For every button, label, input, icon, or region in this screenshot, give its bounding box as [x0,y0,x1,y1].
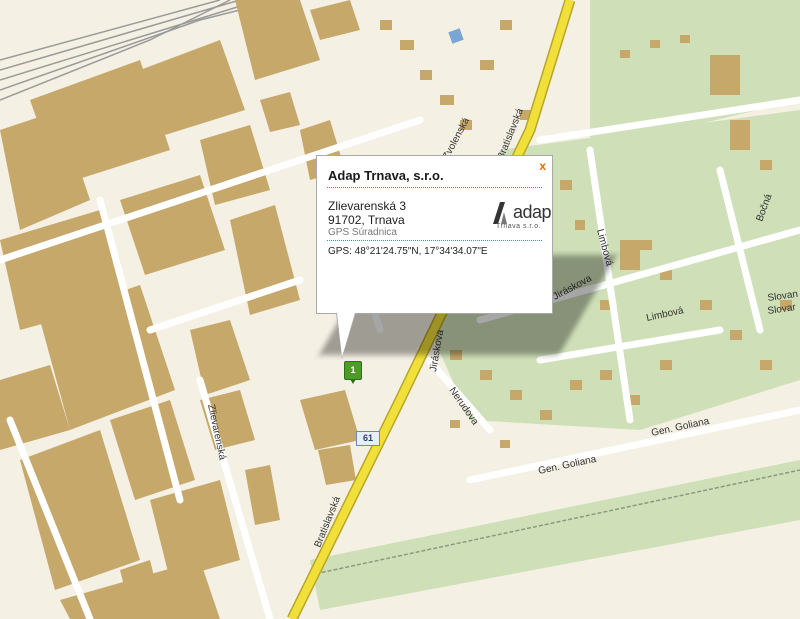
logo-word: adap [513,202,552,222]
location-marker[interactable]: 1 [344,361,362,384]
road-number-shield: 61 [356,431,380,446]
company-logo: adap Trnava s.r.o. [493,202,552,232]
close-icon[interactable]: x [539,159,546,173]
address-line-1: Zlievarenská 3 [328,199,407,213]
gps-caption: GPS Súradnica [328,227,397,238]
divider [327,187,542,188]
popup-title: Adap Trnava, s.r.o. [328,168,444,183]
divider [327,240,542,241]
logo-mark-icon [493,202,507,224]
gps-coordinates: GPS: 48°21'24.75"N, 17°34'34.07"E [328,246,488,257]
address-line-2: 91702, Trnava [328,213,405,227]
popup-tail [337,313,355,357]
info-popup: x Adap Trnava, s.r.o. Zlievarenská 3 917… [316,155,553,314]
logo-subtext: Trnava s.r.o. [496,223,542,230]
